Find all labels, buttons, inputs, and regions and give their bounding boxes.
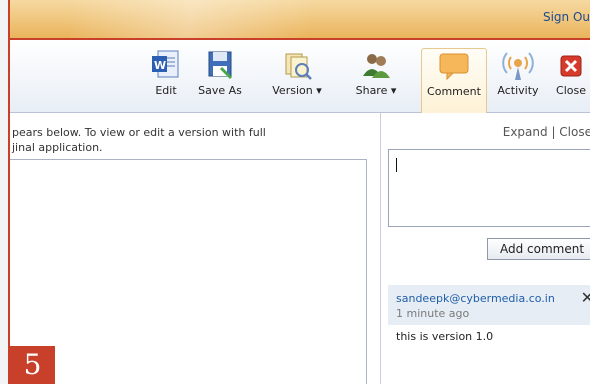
version-label: Version ▾ [272,84,322,97]
activity-broadcast-icon [502,52,534,80]
document-message: pears below. To view or edit a version w… [10,113,380,155]
edit-button[interactable]: W Edit [146,48,186,108]
app-window: Sign Ou W Edit Save As Version ▾ Share ▾… [8,0,590,384]
document-message-line-2: jinal application. [12,141,103,154]
document-viewer[interactable] [10,159,367,384]
text-cursor [396,158,397,172]
version-pages-icon [285,53,312,80]
expand-close-links[interactable]: Expand | Close [503,125,590,139]
delete-comment-icon[interactable]: ✕ [581,288,590,307]
add-comment-button[interactable]: Add comment [487,238,590,260]
close-button[interactable]: Close [550,48,590,108]
close-x-icon [560,55,582,77]
edit-label: Edit [155,84,177,97]
comment-time: 1 minute ago [396,307,470,320]
share-people-icon [363,54,390,78]
svg-text:W: W [154,59,166,72]
comment-author[interactable]: sandeepk@cybermedia.co.in [396,292,555,305]
comments-pane: Expand | Close Add comment sandeepk@cybe… [381,113,590,384]
left-margin [0,0,8,384]
word-document-icon: W [152,50,179,78]
save-as-button[interactable]: Save As [194,48,246,108]
toolbar-ribbon: W Edit Save As Version ▾ Share ▾ Comment… [10,40,590,113]
comment-bubble-icon [439,53,469,81]
comment-text: this is version 1.0 [396,330,494,343]
comment-label: Comment [427,85,481,98]
share-label: Share ▾ [355,84,397,97]
save-as-label: Save As [198,84,242,97]
document-pane: pears below. To view or edit a version w… [10,113,381,384]
save-floppy-icon [208,51,233,80]
activity-button[interactable]: Activity [494,48,542,108]
top-bar: Sign Ou [10,0,590,40]
top-bar-highlight [70,0,310,38]
comment-tab-button[interactable]: Comment [421,48,487,113]
version-menu-button[interactable]: Version ▾ [267,48,327,108]
comment-list-item: sandeepk@cybermedia.co.in 1 minute ago ✕ [388,285,590,325]
comment-input[interactable] [388,149,590,227]
step-number-badge: 5 [10,346,55,384]
close-label: Close [556,84,586,97]
document-message-line-1: pears below. To view or edit a version w… [12,126,266,139]
sign-out-link[interactable]: Sign Ou [543,10,590,24]
activity-label: Activity [497,84,539,97]
share-menu-button[interactable]: Share ▾ [350,48,402,108]
